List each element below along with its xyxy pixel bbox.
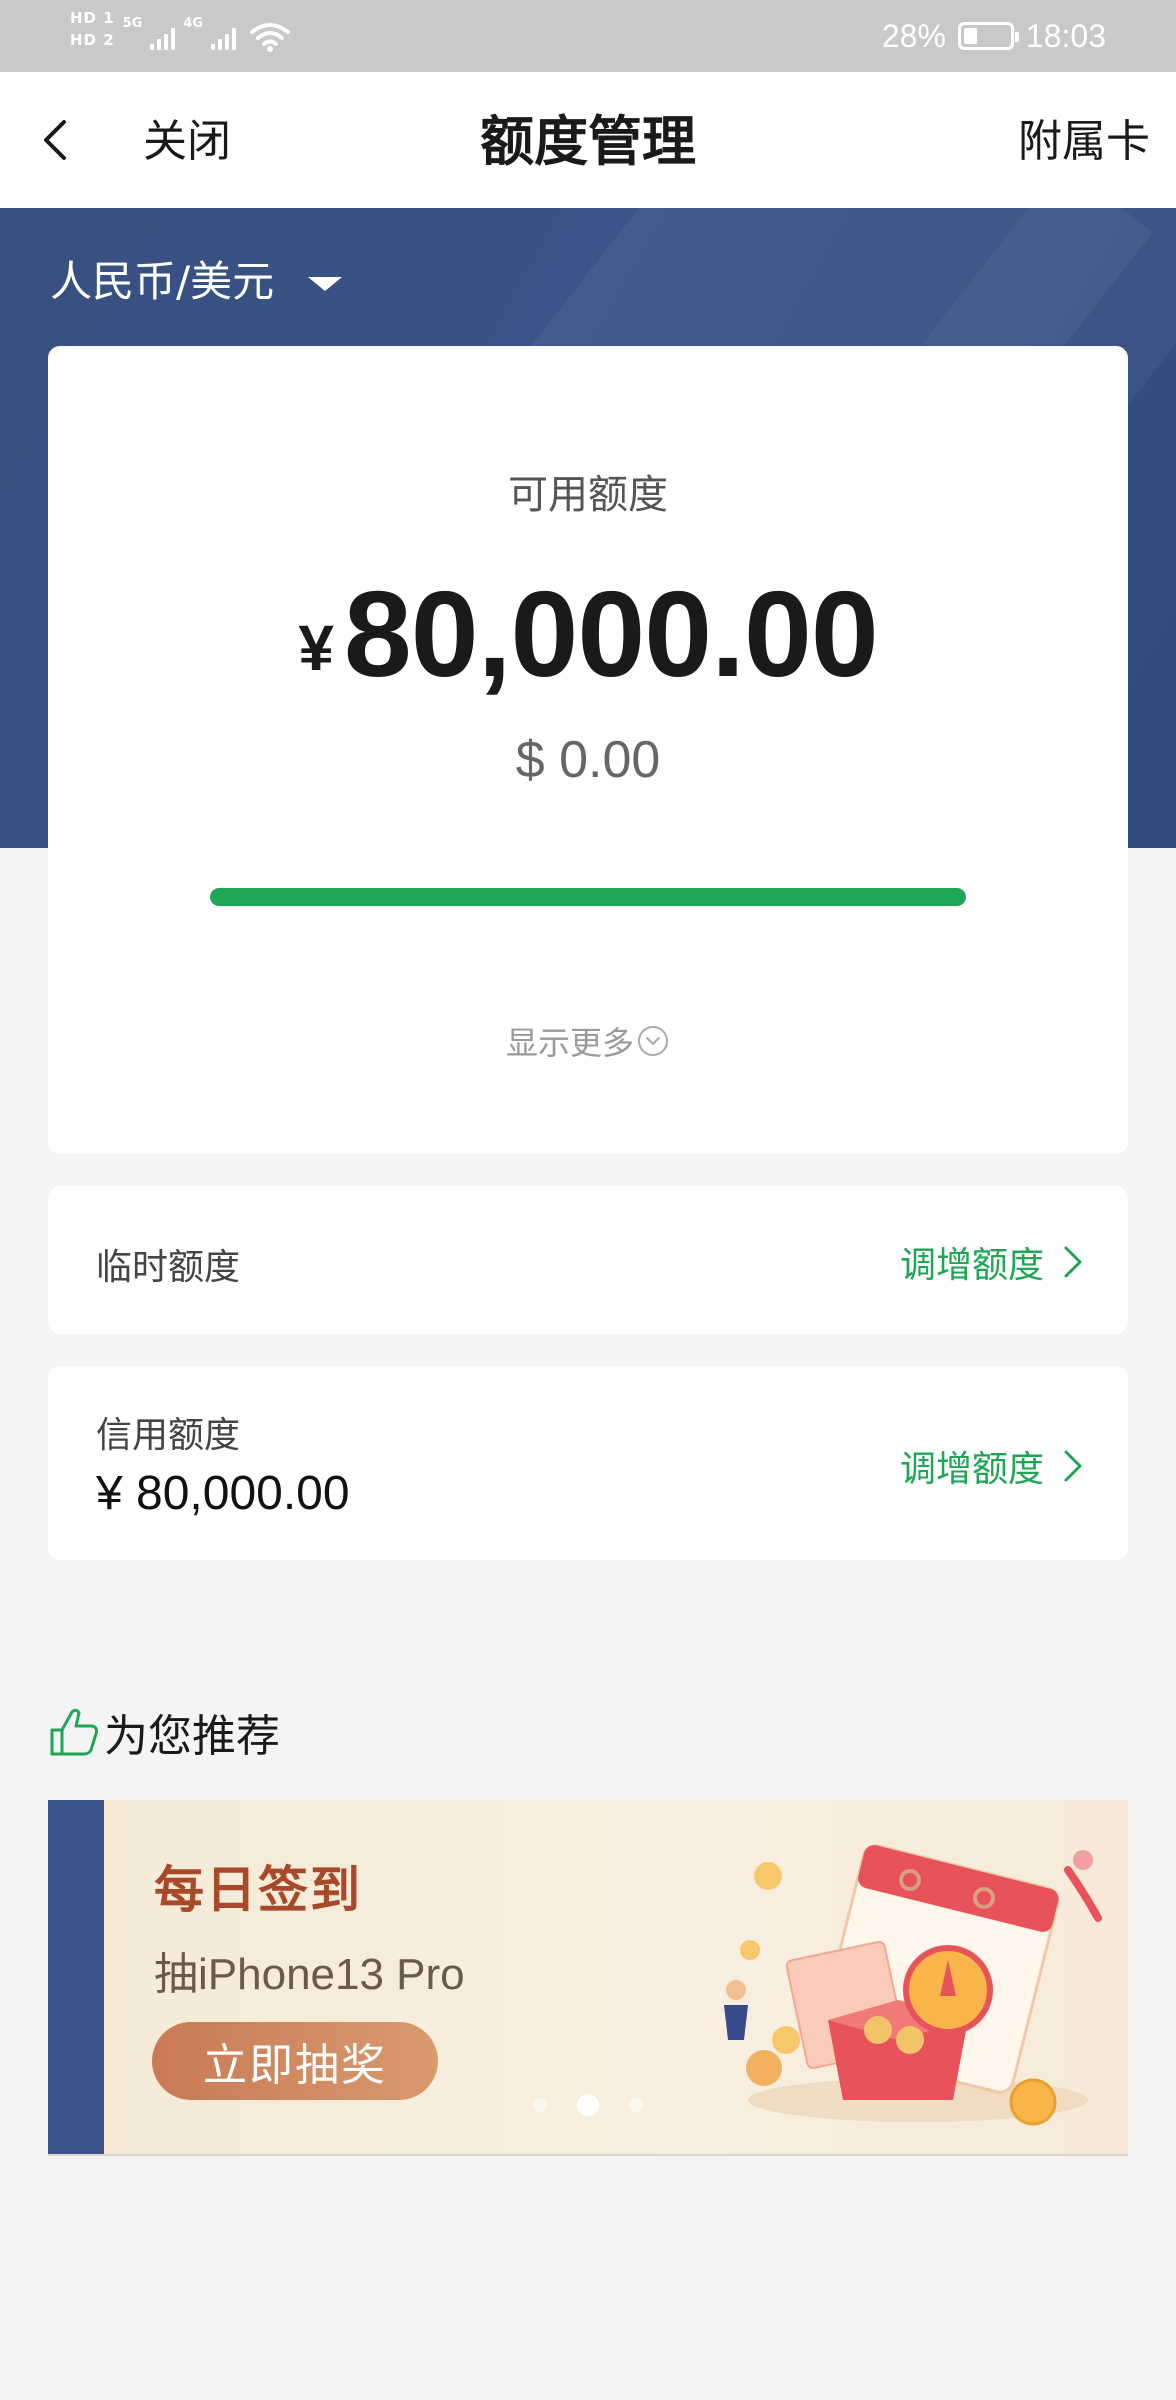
draw-now-button[interactable]: 立即抽奖 xyxy=(152,2022,438,2100)
temporary-limit-row: 临时额度 调增额度 xyxy=(48,1186,1128,1334)
battery-percent: 28% xyxy=(881,17,946,54)
chevron-right-icon xyxy=(1064,1450,1082,1482)
available-limit-amount: ¥80,000.00 xyxy=(48,564,1128,704)
amount-value: 80,000.00 xyxy=(343,566,879,702)
signal-group: HD 1 HD 2 5G 4G xyxy=(70,6,291,52)
increase-limit-label: 调增额度 xyxy=(899,1245,1044,1286)
recommend-header: 为您推荐 xyxy=(46,1700,280,1764)
available-limit-card: 可用额度 ¥80,000.00 $ 0.00 显示更多 xyxy=(48,346,1128,1154)
increase-limit-label: 调增额度 xyxy=(899,1449,1044,1490)
credit-limit-row: 信用额度 ¥ 80,000.00 调增额度 xyxy=(48,1366,1128,1560)
credit-limit-increase-button[interactable]: 调增额度 xyxy=(900,1440,1084,1492)
credit-limit-label: 信用额度 xyxy=(96,1415,241,1456)
sim2-indicator: HD 2 xyxy=(70,31,115,49)
chevron-down-circle-icon xyxy=(638,1026,668,1056)
sim1-indicator: HD 1 xyxy=(70,9,115,27)
battery-icon xyxy=(957,22,1019,50)
limit-progress-fill xyxy=(210,888,966,906)
network-type-1: 5G xyxy=(122,16,143,31)
signal-bars-1-icon xyxy=(150,24,176,50)
carousel-dot[interactable] xyxy=(629,2098,643,2112)
available-limit-label: 可用额度 xyxy=(508,472,668,518)
currency-symbol: ¥ xyxy=(298,612,334,684)
clock: 18:03 xyxy=(1025,17,1106,54)
currency-selector-label: 人民币/美元 xyxy=(50,257,275,306)
nav-bar: 关闭 额度管理 附属卡 xyxy=(0,72,1176,208)
limit-progress-bar xyxy=(210,888,966,906)
usd-limit-amount: $ 0.00 xyxy=(515,731,661,789)
carousel-indicator xyxy=(48,2094,1128,2116)
wifi-icon xyxy=(250,23,291,52)
promo-banner[interactable]: 每日签到 抽iPhone13 Pro 立即抽奖 xyxy=(48,1800,1128,2156)
show-more-label: 显示更多 xyxy=(505,1024,634,1062)
banner-title: 每日签到 xyxy=(154,1861,362,1919)
caret-down-icon xyxy=(308,277,343,291)
thumbs-up-icon xyxy=(50,1708,98,1756)
signal-bars-2-icon xyxy=(211,24,237,50)
banner-subtitle: 抽iPhone13 Pro xyxy=(154,1950,465,1999)
show-more-button[interactable]: 显示更多 xyxy=(48,1018,1128,1064)
credit-limit-value: ¥ 80,000.00 xyxy=(96,1467,350,1520)
currency-selector[interactable]: 人民币/美元 xyxy=(50,254,343,310)
carousel-dot[interactable] xyxy=(577,2094,599,2116)
carousel-dot[interactable] xyxy=(533,2098,547,2112)
temporary-limit-increase-button[interactable]: 调增额度 xyxy=(900,1236,1084,1288)
network-type-2: 4G xyxy=(183,16,204,31)
page-title: 额度管理 xyxy=(480,110,696,173)
supplementary-card-button[interactable]: 附属卡 xyxy=(1018,112,1150,172)
chevron-right-icon xyxy=(1064,1246,1082,1278)
temporary-limit-label: 临时额度 xyxy=(96,1247,241,1288)
status-bar: HD 1 HD 2 5G 4G 28% 18:03 xyxy=(0,0,1176,72)
recommend-title: 为您推荐 xyxy=(104,1711,280,1762)
